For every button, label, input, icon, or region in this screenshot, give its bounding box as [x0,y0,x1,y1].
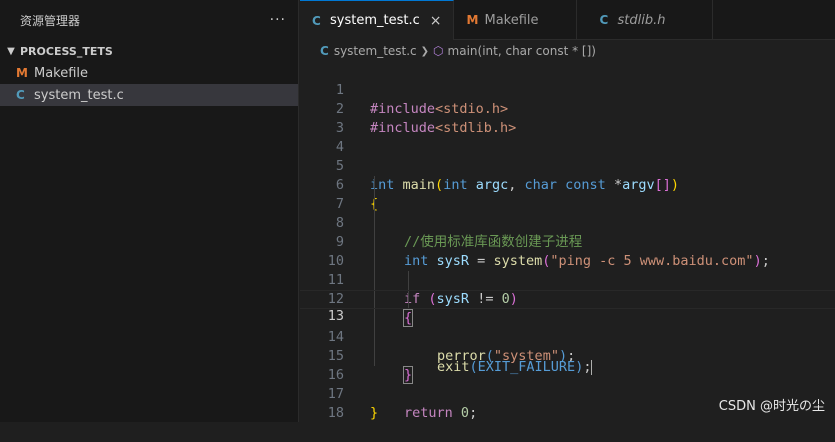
c-file-icon: C [320,44,329,58]
explorer-title: 资源管理器 [20,13,81,28]
file-item-makefile[interactable]: M Makefile [0,62,298,84]
indent-guide [408,291,409,308]
code-editor[interactable]: 1 #include<stdio.h> 2 #include<stdlib.h>… [300,62,835,422]
explorer-sidebar: 资源管理器 ··· ▼ PROCESS_TETS M Makefile C sy… [0,0,299,422]
breadcrumb-symbol[interactable]: main(int, char const * []) [448,44,596,58]
tab-label: stdlib.h [617,12,666,28]
number-literal: 0 [460,405,470,421]
code-line: 3 [300,100,835,136]
tab-makefile[interactable]: M Makefile [454,0,578,40]
chevron-right-icon: ❯ [420,45,430,57]
file-label: system_test.c [34,87,124,103]
file-item-system-test-c[interactable]: C system_test.c [0,84,298,106]
editor-tabs: C system_test.c × M Makefile C stdlib.h [300,0,835,40]
indent-guide [374,291,375,308]
code-line: 16 return 0; [300,347,835,421]
breadcrumb: C system_test.c ❯ ⬡ main(int, char const… [300,40,835,62]
indent-guide [408,271,409,290]
folder-label: PROCESS_TETS [20,44,113,58]
code-line: 10 if (sysR != 0) [300,233,835,307]
indent-guide [374,195,375,214]
c-file-icon: C [16,88,25,102]
code-line: 9 [300,214,835,250]
explorer-header: 资源管理器 ··· [0,0,298,40]
tab-label: Makefile [484,12,539,28]
punctuation: ; [469,405,478,421]
bracket: } [370,405,379,421]
code-line: 11 { [300,252,835,327]
code-line: 12 perror("system"); [300,271,835,364]
indent-guide [374,233,375,252]
watermark: CSDN @时光の尘 [718,399,825,414]
indent-guide [374,347,375,366]
c-file-icon: C [599,13,609,27]
close-icon[interactable]: × [430,13,442,29]
code-line: 8 int sysR = system("ping -c 5 www.baidu… [300,195,835,269]
folder-process-tets[interactable]: ▼ PROCESS_TETS [0,40,298,62]
keyword: return [404,405,453,421]
code-line: 4 [300,119,835,155]
indent-guide [374,176,375,195]
tab-stdlib-h[interactable]: C stdlib.h [577,0,714,40]
indent-guide [374,214,375,233]
makefile-icon: M [466,13,479,27]
indent-guide [374,271,375,290]
tab-label: system_test.c [330,13,420,28]
code-line: 15 [300,328,835,364]
more-actions-icon[interactable]: ··· [270,12,286,28]
code-line: 17 } [300,366,835,421]
c-file-icon: C [312,13,321,28]
file-label: Makefile [34,65,89,81]
tab-system-test-c[interactable]: C system_test.c × [300,0,455,40]
code-line: 6 { [300,157,835,212]
code-line-current: 13 exit(EXIT_FAILURE); [300,290,835,375]
code-line: 5 int main(int argc, char const *argv[]) [300,138,835,193]
chevron-down-icon: ▼ [7,45,15,57]
code-line: 14 } [300,309,835,384]
indent-guide [374,252,375,271]
symbol-method-icon: ⬡ [433,44,444,58]
breadcrumb-file[interactable]: system_test.c [334,44,417,58]
code-line: 2 #include<stdlib.h> [300,81,835,136]
makefile-icon: M [16,66,28,80]
line-number: 18 [327,405,344,421]
code-line: 1 #include<stdio.h> [300,62,835,117]
indent-guide [374,328,375,347]
code-line: 7 //使用标准库函数创建子进程 [300,176,835,250]
indent-guide [374,309,375,328]
